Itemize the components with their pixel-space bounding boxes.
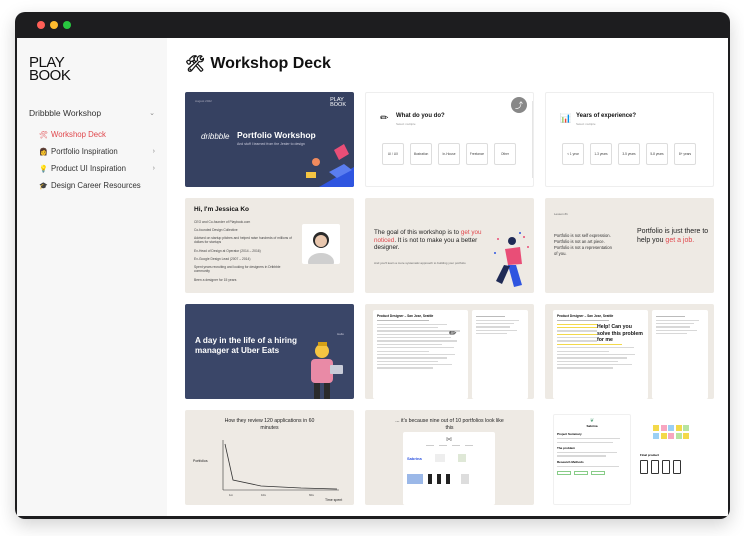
slide-portfolio-workshop[interactable]: August 2022 PLAY BOOK dribbble Portfolio … — [185, 92, 354, 187]
slide-intro-jessica-ko[interactable]: Hi, I'm Jessica Ko CEO and Co-founder of… — [185, 198, 354, 293]
option-other[interactable]: Other — [494, 143, 516, 165]
sidebar-item-product-ui-inspiration[interactable]: 💡 Product UI Inspiration › — [29, 160, 155, 177]
option-8-plus-years[interactable]: 8+ years — [674, 143, 696, 165]
share-icon[interactable]: ⤴ — [511, 97, 527, 113]
person-icon: 👩 — [39, 148, 48, 156]
hiring-manager-illustration — [311, 342, 343, 399]
slide-years-of-experience[interactable]: 📊 Years of experience? Select multiple <… — [545, 92, 714, 187]
sidebar-item-workshop-deck[interactable]: 🛠 Workshop Deck — [29, 126, 155, 143]
sticky-notes-illustration — [653, 425, 693, 439]
title-bar — [15, 12, 730, 38]
minimize-window-button[interactable] — [50, 21, 58, 29]
logo-icon: ⋈ — [446, 437, 452, 443]
app-window: PLAY BOOK Dribbble Workshop ⌄ 🛠 Workshop … — [15, 12, 730, 519]
playbook-logo: PLAY BOOK — [330, 97, 346, 108]
chevron-down-icon: ⌄ — [149, 110, 155, 117]
chevron-right-icon[interactable]: › — [153, 148, 155, 155]
option-5-8-years[interactable]: 5-8 years — [646, 143, 668, 165]
profile-photo — [302, 224, 340, 264]
slide-lesson-1[interactable]: Lesson #1 Portfolio is not self expressi… — [545, 198, 714, 293]
option-freelance[interactable]: Freelance — [466, 143, 488, 165]
option-less-than-1-year[interactable]: < 1 year — [562, 143, 584, 165]
pencil-icon: ✏ — [449, 328, 457, 338]
slide-review-applications[interactable]: How they review 120 applications in 60 m… — [185, 410, 354, 505]
slide-nine-out-of-ten-portfolios[interactable]: ... it's because nine out of 10 portfoli… — [365, 410, 534, 505]
page-title: 🛠 Workshop Deck — [185, 55, 331, 73]
slide-job-description-highlighted[interactable]: Product Designer – San Jose, Seattle Hel… — [545, 304, 714, 399]
slide-job-description[interactable]: Product Designer – San Jose, Seattle ✏ — [365, 304, 534, 399]
playbook-logo[interactable]: PLAY BOOK — [29, 55, 155, 83]
sidebar-item-portfolio-inspiration[interactable]: 👩 Portfolio Inspiration › — [29, 143, 155, 160]
bar-chart-icon: 📊 — [560, 113, 572, 123]
hammer-wrench-icon: 🛠 — [39, 131, 48, 139]
maximize-window-button[interactable] — [63, 21, 71, 29]
decay-curve-chart — [222, 440, 339, 491]
main-content: 🛠 Workshop Deck August 2022 PLAY BOOK dri… — [167, 38, 728, 516]
option-in-house[interactable]: In-House — [438, 143, 460, 165]
option-1-3-years[interactable]: 1-3 years — [590, 143, 612, 165]
isometric-illustration — [306, 144, 354, 187]
slide-case-study-example[interactable]: ❦ Sabrina Project Summary The problem Re… — [545, 410, 714, 505]
graduation-icon: 🎓 — [39, 182, 48, 190]
close-window-button[interactable] — [37, 21, 45, 29]
pencil-icon: ✏ — [380, 113, 389, 124]
slide-day-in-life-hiring-manager[interactable]: A day in the life of a hiring manager at… — [185, 304, 354, 399]
sidebar: PLAY BOOK Dribbble Workshop ⌄ 🛠 Workshop … — [17, 38, 167, 516]
slide-what-do-you-do[interactable]: ⤴ ✏ What do you do? Select multiple UI /… — [365, 92, 534, 187]
chevron-right-icon[interactable]: › — [153, 165, 155, 172]
slide-grid: August 2022 PLAY BOOK dribbble Portfolio … — [185, 92, 714, 505]
hammer-wrench-icon: 🛠 — [185, 56, 206, 73]
dribbble-logo: dribbble — [201, 132, 230, 141]
sidebar-section-dribbble-workshop[interactable]: Dribbble Workshop ⌄ — [29, 108, 155, 118]
option-ui-ux[interactable]: UI / UX — [382, 143, 404, 165]
slide-workshop-goal[interactable]: The goal of this workshop is to get you … — [365, 198, 534, 293]
sidebar-item-design-career-resources[interactable]: 🎓 Design Career Resources — [29, 177, 155, 194]
lightbulb-icon: 💡 — [39, 165, 48, 173]
option-3-5-years[interactable]: 3-5 years — [618, 143, 640, 165]
jumping-person-illustration — [494, 232, 529, 287]
option-illustration[interactable]: Illustration — [410, 143, 432, 165]
